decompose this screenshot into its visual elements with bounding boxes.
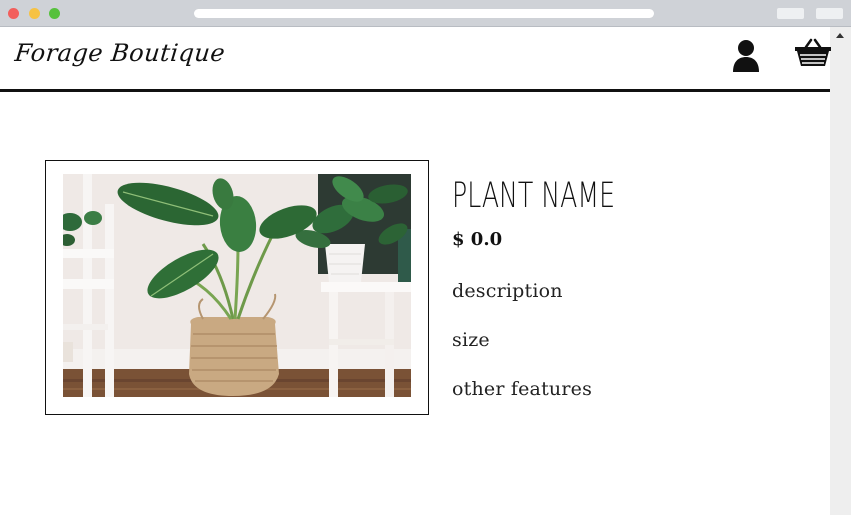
window-control-button[interactable] — [777, 8, 804, 19]
product-name: PLANT NAME — [452, 176, 616, 216]
vertical-scrollbar[interactable] — [830, 27, 851, 515]
product-photo[interactable] — [63, 174, 411, 397]
minimize-window-button[interactable] — [29, 8, 40, 19]
product-description: description — [452, 280, 563, 302]
product-size: size — [452, 329, 490, 351]
user-icon[interactable] — [731, 39, 761, 73]
maximize-window-button[interactable] — [49, 8, 60, 19]
address-bar[interactable] — [194, 9, 654, 18]
close-window-button[interactable] — [8, 8, 19, 19]
window-control-button[interactable] — [816, 8, 843, 19]
product-other-features: other features — [452, 378, 593, 400]
site-logo[interactable]: Forage Boutique — [14, 39, 227, 67]
basket-icon[interactable] — [794, 38, 832, 68]
product-price: $ 0.0 — [452, 229, 503, 250]
product-image-frame — [45, 160, 429, 415]
browser-titlebar — [0, 0, 851, 27]
site-header: Forage Boutique — [0, 27, 832, 92]
scroll-up-arrow-icon[interactable] — [836, 33, 844, 38]
